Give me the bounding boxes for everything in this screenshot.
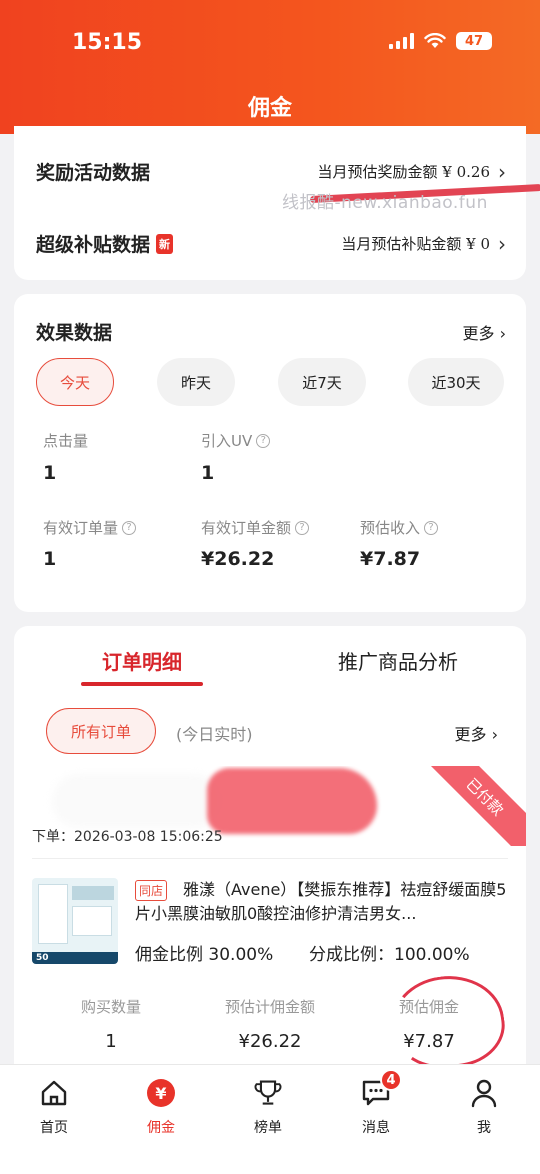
page-title: 佣金 xyxy=(247,96,292,121)
nav-ranking[interactable]: 榜单 xyxy=(228,1077,308,1137)
metric-orders-value: 1 xyxy=(43,548,57,570)
yen-icon: ¥ xyxy=(146,1077,176,1109)
signal-icon xyxy=(389,33,414,49)
nav-commission[interactable]: ¥ 佣金 xyxy=(121,1077,201,1137)
product-thumbnail[interactable]: 50 xyxy=(32,878,118,964)
status-ribbon: 已付款 xyxy=(420,766,526,846)
filter-yesterday[interactable]: 昨天 xyxy=(157,358,235,406)
bottom-nav: 首页 ¥ 佣金 榜单 4 消息 我 xyxy=(0,1064,540,1174)
nav-label: 榜单 xyxy=(254,1120,282,1136)
realtime-label: (今日实时) xyxy=(176,725,253,744)
metric-orders-label: 有效订单量? xyxy=(43,517,137,538)
subsidy-row[interactable]: 超级补贴数据 新 当月预估补贴金额 ¥ 0 › xyxy=(36,230,506,257)
stat-quantity-value: 1 xyxy=(105,1031,117,1052)
effect-card: 效果数据 更多 › 今天 昨天 近7天 近30天 点击量 1 引入UV? 1 有… xyxy=(14,294,526,612)
order-time: 下单：2026-03-08 15:06:25 xyxy=(32,829,223,845)
nav-messages[interactable]: 4 消息 xyxy=(336,1069,416,1137)
reward-activity-title: 奖励活动数据 xyxy=(36,162,151,184)
user-icon xyxy=(469,1077,499,1109)
commission-rate: 佣金比例 30.00% xyxy=(135,945,274,965)
stat-base-label: 预估计佣金额 xyxy=(224,998,315,1016)
message-badge: 4 xyxy=(380,1069,402,1091)
effect-more-link[interactable]: 更多 › xyxy=(463,320,507,344)
status-time: 15:15 xyxy=(72,30,143,55)
stat-base-value: ¥26.22 xyxy=(238,1031,302,1052)
header: 15:15 47 佣金 xyxy=(0,0,540,134)
filter-30days[interactable]: 近30天 xyxy=(408,358,504,406)
chevron-right-icon: › xyxy=(498,159,506,184)
new-badge: 新 xyxy=(156,233,174,254)
nav-label: 我 xyxy=(477,1120,491,1136)
metric-uv-label: 引入UV? xyxy=(201,430,271,451)
wifi-icon xyxy=(424,33,446,48)
stat-quantity-label: 购买数量 xyxy=(80,998,141,1016)
nav-label: 佣金 xyxy=(147,1120,175,1136)
subsidy-title: 超级补贴数据 xyxy=(36,234,151,256)
metric-clicks-value: 1 xyxy=(43,462,57,484)
redaction-smudge xyxy=(207,768,377,834)
metric-clicks-label: 点击量 xyxy=(43,432,89,450)
help-icon[interactable]: ? xyxy=(122,520,137,535)
filter-today[interactable]: 今天 xyxy=(36,358,114,406)
help-icon[interactable]: ? xyxy=(295,520,310,535)
nav-me[interactable]: 我 xyxy=(444,1077,524,1137)
reward-activity-value: 当月预估奖励金额 ¥ 0.26 xyxy=(317,163,490,181)
metric-amount-value: ¥26.22 xyxy=(201,548,275,570)
filter-all-orders[interactable]: 所有订单 xyxy=(46,708,156,754)
tab-product-analysis[interactable]: 推广商品分析 xyxy=(338,646,458,675)
subsidy-value: 当月预估补贴金额 ¥ 0 xyxy=(341,235,490,253)
handwritten-circle xyxy=(386,968,510,1076)
status-icons: 47 xyxy=(389,32,492,50)
battery-icon: 47 xyxy=(456,32,492,50)
trophy-icon xyxy=(253,1077,283,1109)
help-icon[interactable]: ? xyxy=(256,433,271,448)
redaction-smudge xyxy=(52,774,222,828)
filter-7days[interactable]: 近7天 xyxy=(278,358,366,406)
nav-label: 消息 xyxy=(362,1120,390,1136)
tab-underline xyxy=(81,682,203,686)
metric-uv-value: 1 xyxy=(201,462,215,484)
nav-label: 首页 xyxy=(40,1120,68,1136)
nav-home[interactable]: 首页 xyxy=(14,1077,94,1137)
watermark: 线报酷-new.xianbao.fun xyxy=(282,193,488,213)
metric-income-value: ¥7.87 xyxy=(360,548,421,570)
metric-amount-label: 有效订单金额? xyxy=(201,517,310,538)
orders-card: 订单明细 推广商品分析 所有订单 (今日实时) 更多 › 已付款 下单：2026… xyxy=(14,626,526,1086)
metric-income-label: 预估收入? xyxy=(360,517,439,538)
reward-activity-row[interactable]: 奖励活动数据 当月预估奖励金额 ¥ 0.26 › xyxy=(36,158,506,185)
chevron-right-icon: › xyxy=(498,231,506,256)
tab-order-details[interactable]: 订单明细 xyxy=(102,646,182,675)
effect-title: 效果数据 xyxy=(36,322,113,344)
help-icon[interactable]: ? xyxy=(424,520,439,535)
orders-more-link[interactable]: 更多 › xyxy=(455,721,499,745)
product-title[interactable]: 雅漾（Avene）【樊振东推荐】祛痘舒缓面膜5片小黑膜油敏肌0酸控油修护清洁男女… xyxy=(135,878,513,926)
home-icon xyxy=(39,1077,69,1109)
shop-tag: 同店 xyxy=(135,880,168,901)
divider xyxy=(32,858,508,859)
share-rate: 分成比例：100.00% xyxy=(309,945,470,965)
